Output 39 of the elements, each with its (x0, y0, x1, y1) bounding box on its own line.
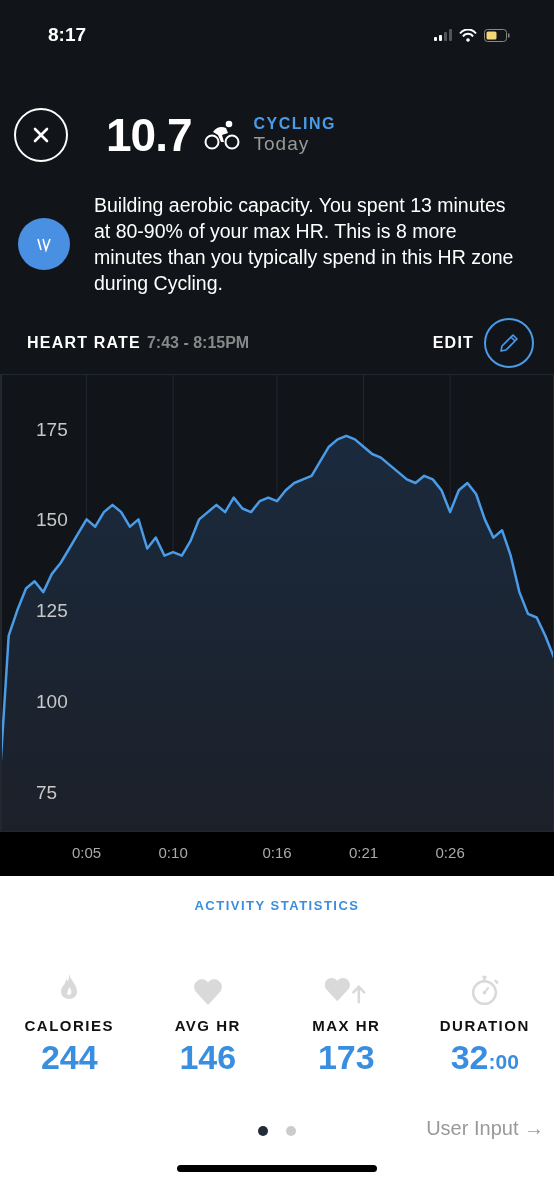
y-axis-label: 150 (36, 509, 68, 531)
wifi-icon (459, 28, 477, 42)
stat-value: 173 (317, 1038, 375, 1077)
x-axis-label: 0:21 (348, 844, 379, 861)
cyclist-icon (203, 120, 240, 150)
heart-arrow-icon (325, 977, 368, 1005)
y-axis-label: 125 (36, 600, 68, 622)
close-button[interactable] (14, 108, 68, 162)
edit-pencil-button[interactable] (484, 318, 534, 368)
signal-icon (434, 29, 452, 41)
activity-score: 10.7 (106, 108, 192, 162)
section-title: ACTIVITY STATISTICS (193, 898, 361, 913)
heart-icon (192, 979, 223, 1005)
y-axis-label: 100 (36, 691, 68, 713)
time-range: 7:43 - 8:15PM (146, 334, 250, 352)
stat-label: AVG HR (174, 1017, 241, 1034)
page-dot[interactable] (286, 1126, 296, 1136)
stat-value: 32:00 (450, 1038, 519, 1077)
status-time: 8:17 (48, 24, 87, 46)
stat-value: 146 (179, 1038, 237, 1077)
x-axis-label: 0:10 (158, 844, 188, 861)
page-dot[interactable] (258, 1126, 268, 1136)
stat-label: CALORIES (24, 1017, 114, 1034)
x-axis-label: 0:16 (262, 844, 292, 861)
x-axis-label: 0:26 (435, 844, 465, 861)
section-title: HEART RATE (27, 334, 141, 352)
stat-label: MAX HR (312, 1017, 381, 1034)
battery-icon (484, 28, 510, 42)
activity-type: CYCLING (253, 115, 337, 133)
insight-text: Building aerobic capacity. You spent 13 minutes at 80-90% of your max HR. This is 8 more minutes than you typically spend in this HR zone during Cycling. (94, 193, 515, 296)
stat-label: DURATION (439, 1017, 530, 1034)
pencil-icon (497, 331, 521, 355)
stopwatch-icon (470, 975, 499, 1005)
activity-date: Today (253, 133, 311, 155)
y-axis-label: 175 (36, 418, 68, 440)
stat-value: 244 (40, 1038, 98, 1077)
y-axis-label: 75 (36, 782, 58, 803)
edit-button[interactable]: EDIT (432, 334, 474, 352)
x-axis-label: 0:05 (71, 844, 102, 861)
